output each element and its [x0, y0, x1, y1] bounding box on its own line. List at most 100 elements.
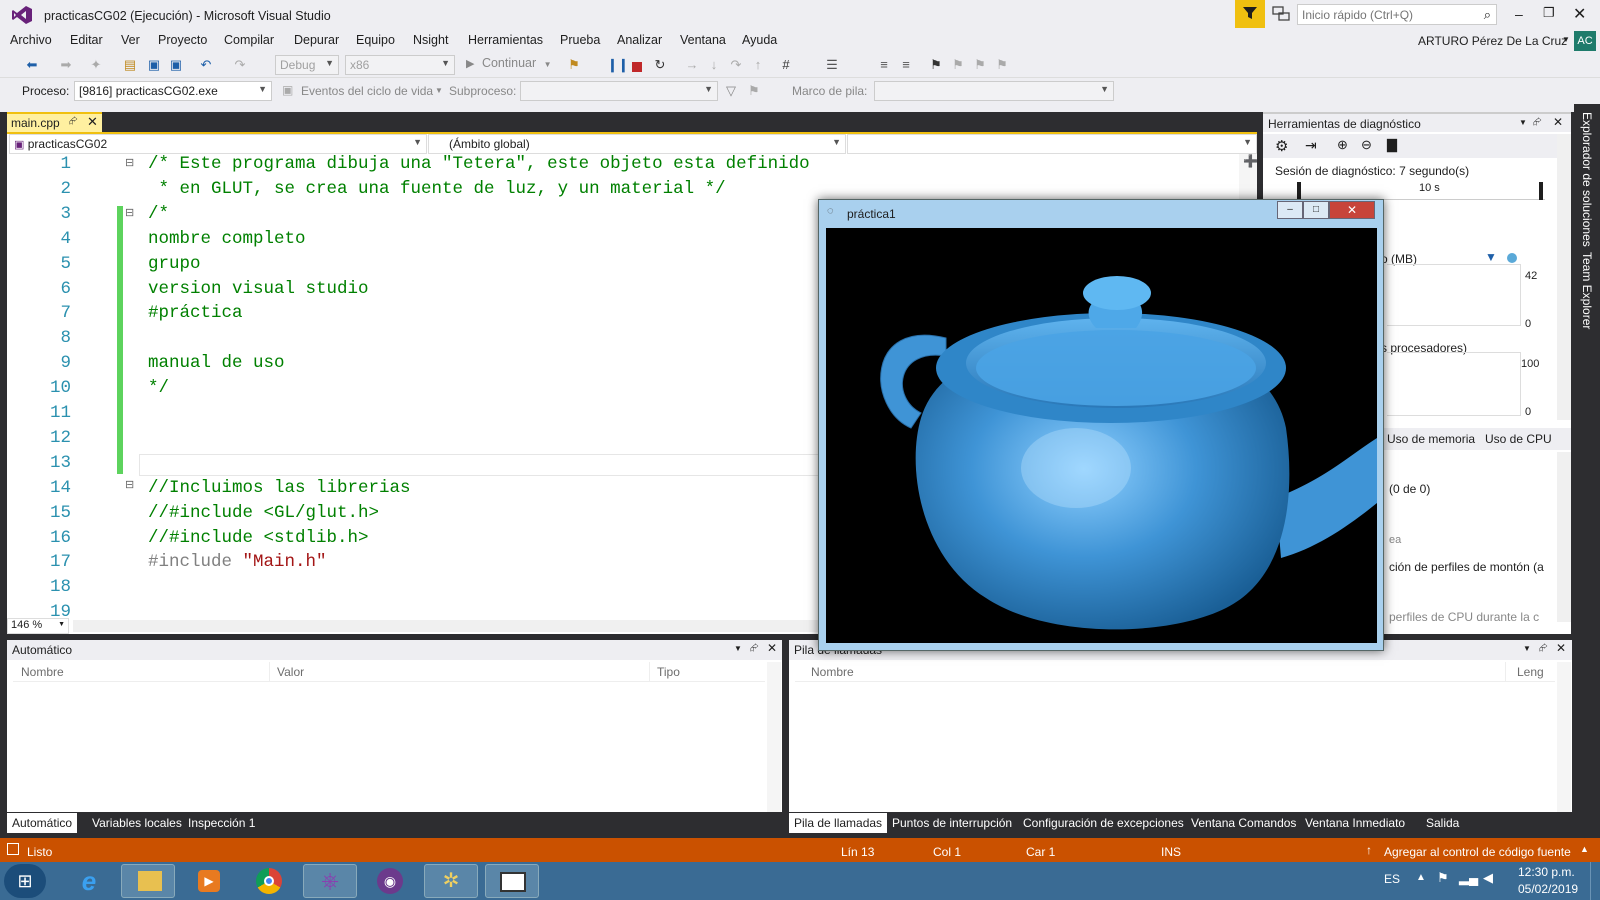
glut-canvas[interactable]	[826, 228, 1377, 643]
code-line[interactable]: //#include <GL/glut.h>	[148, 503, 379, 523]
start-button[interactable]: ⊞	[4, 864, 46, 898]
forward-icon[interactable]: ➡	[58, 57, 74, 73]
menu-ventana[interactable]: Ventana	[680, 33, 726, 47]
column-type[interactable]: Tipo	[657, 665, 680, 679]
lifecycle-events[interactable]: Eventos del ciclo de vida	[301, 84, 433, 98]
media-player-icon[interactable]: ▶	[182, 864, 236, 898]
save-icon[interactable]: ▣	[146, 57, 162, 73]
add-to-source-control[interactable]: Agregar al control de código fuente	[1384, 845, 1571, 859]
editor-tab[interactable]: main.cpp ⮳ ✕	[7, 112, 102, 132]
flag-thread-icon[interactable]: ⚑	[748, 83, 760, 99]
menu-nsight[interactable]: Nsight	[413, 33, 448, 47]
scope-combo[interactable]: (Ámbito global) ▼	[428, 134, 846, 154]
pin-icon[interactable]: ⮳	[1533, 116, 1542, 129]
diagnostics-lower-scrollbar[interactable]	[1557, 452, 1571, 622]
close-icon[interactable]: ✕	[1556, 641, 1566, 655]
tab-call-stack[interactable]: Pila de llamadas	[789, 813, 888, 833]
glut-taskbar-icon[interactable]	[485, 864, 539, 898]
side-tab-solution-explorer[interactable]: Explorador de soluciones	[1580, 112, 1594, 247]
autos-scrollbar[interactable]	[767, 662, 781, 832]
show-hidden-icons[interactable]: ▲	[1416, 872, 1426, 883]
split-icon[interactable]: ➕	[1243, 154, 1258, 168]
threads-icon[interactable]: ☰	[824, 57, 840, 73]
code-line[interactable]: #práctica	[148, 303, 243, 323]
search-icon[interactable]: ⌕	[1484, 7, 1491, 23]
chevron-down-icon[interactable]: ▼	[1519, 118, 1527, 127]
quick-launch-input[interactable]: ⌕	[1297, 4, 1497, 25]
glut-close-button[interactable]: ✕	[1329, 201, 1375, 219]
pause-icon[interactable]: ❙❙	[607, 57, 629, 73]
heap-profiling-link[interactable]: ción de perfiles de montón (a	[1389, 560, 1544, 574]
close-button[interactable]: ✕	[1573, 4, 1586, 24]
column-language[interactable]: Leng	[1517, 665, 1544, 679]
maximize-button[interactable]: ❐	[1543, 5, 1555, 21]
attach-icon[interactable]: ⚑	[566, 57, 582, 73]
menu-equipo[interactable]: Equipo	[356, 33, 395, 47]
menu-compilar[interactable]: Compilar	[224, 33, 274, 47]
tab-memory-usage[interactable]: Uso de memoria	[1387, 432, 1475, 446]
github-icon[interactable]: ◉	[363, 864, 417, 898]
next-bookmark-icon[interactable]: ⚑	[972, 57, 988, 73]
platform-combo[interactable]: x86 ▼	[345, 55, 455, 75]
show-next-statement-icon[interactable]: →	[684, 57, 700, 73]
code-line[interactable]: * en GLUT, se crea una fuente de luz, y …	[148, 179, 726, 199]
pin-icon[interactable]: ⮳	[1539, 642, 1548, 655]
upload-icon[interactable]: ↑	[1366, 843, 1372, 857]
column-value[interactable]: Valor	[277, 665, 304, 679]
lifecycle-icon[interactable]: ▣	[282, 83, 293, 97]
project-combo[interactable]: ▣ practicasCG02 ▼	[9, 134, 427, 154]
member-combo[interactable]: ▼	[847, 134, 1257, 154]
continue-button[interactable]: ▶ Continuar ▼	[466, 56, 552, 74]
column-name[interactable]: Nombre	[811, 665, 854, 679]
quick-launch-field[interactable]	[1298, 5, 1468, 24]
ie-icon[interactable]: e	[62, 864, 116, 898]
visual-studio-taskbar-icon[interactable]: ⎈	[303, 864, 357, 898]
pin-icon[interactable]: ⮳	[750, 642, 759, 655]
code-line[interactable]: version visual studio	[148, 279, 369, 299]
callstack-scrollbar[interactable]	[1557, 662, 1571, 832]
chrome-icon[interactable]	[242, 864, 296, 898]
tab-immediate-window[interactable]: Ventana Inmediato	[1300, 813, 1410, 833]
menu-prueba[interactable]: Prueba	[560, 33, 600, 47]
chevron-down-icon[interactable]: ▼	[1523, 644, 1531, 653]
menu-depurar[interactable]: Depurar	[294, 33, 339, 47]
tab-cpu-usage[interactable]: Uso de CPU	[1485, 432, 1552, 446]
filter-icon[interactable]: ▼	[1485, 250, 1497, 264]
filter-icon[interactable]	[1235, 0, 1265, 28]
avatar[interactable]: AC	[1574, 31, 1596, 51]
glut-minimize-button[interactable]: –	[1277, 201, 1303, 219]
code-line[interactable]: //Incluimos las librerias	[148, 478, 411, 498]
clock-date[interactable]: 05/02/2019	[1518, 882, 1578, 896]
user-name[interactable]: ARTURO Pérez De La Cruz	[1418, 34, 1567, 48]
glut-maximize-button[interactable]: □	[1303, 201, 1329, 219]
menu-ayuda[interactable]: Ayuda	[742, 33, 777, 47]
close-icon[interactable]: ✕	[1553, 115, 1563, 129]
tab-watch-1[interactable]: Inspección 1	[183, 813, 260, 833]
bookmark-icon[interactable]: ⚑	[928, 57, 944, 73]
code-line[interactable]: nombre completo	[148, 229, 306, 249]
comment-icon[interactable]: ≡	[876, 57, 892, 73]
flag-icon[interactable]: ⚑	[1437, 870, 1449, 886]
stack-frame-combo[interactable]: ▼	[874, 81, 1114, 101]
prev-bookmark-icon[interactable]: ⚑	[950, 57, 966, 73]
code-line[interactable]: */	[148, 378, 169, 398]
menu-proyecto[interactable]: Proyecto	[158, 33, 207, 47]
side-tab-team-explorer[interactable]: Team Explorer	[1580, 252, 1594, 329]
new-project-icon[interactable]: ✦	[88, 57, 104, 73]
back-icon[interactable]: ⬅	[24, 57, 40, 73]
step-over-icon[interactable]: ↷	[728, 57, 744, 73]
minimize-button[interactable]: –	[1515, 6, 1523, 22]
collapse-icon[interactable]: ⊟	[125, 206, 134, 219]
code-line[interactable]: /*	[148, 204, 169, 224]
menu-ver[interactable]: Ver	[121, 33, 140, 47]
collapse-icon[interactable]: ⊟	[125, 156, 134, 169]
cpu-profiling-link[interactable]: perfiles de CPU durante la c	[1389, 610, 1539, 624]
menu-editar[interactable]: Editar	[70, 33, 103, 47]
settings-icon[interactable]: ⚙	[1275, 137, 1288, 155]
code-line[interactable]: manual de uso	[148, 353, 285, 373]
code-line[interactable]: //#include <stdlib.h>	[148, 528, 369, 548]
paint-icon[interactable]: ✲	[424, 864, 478, 898]
code-line[interactable]: grupo	[148, 254, 201, 274]
config-combo[interactable]: Debug ▼	[275, 55, 339, 75]
undo-icon[interactable]: ↶	[198, 57, 214, 73]
